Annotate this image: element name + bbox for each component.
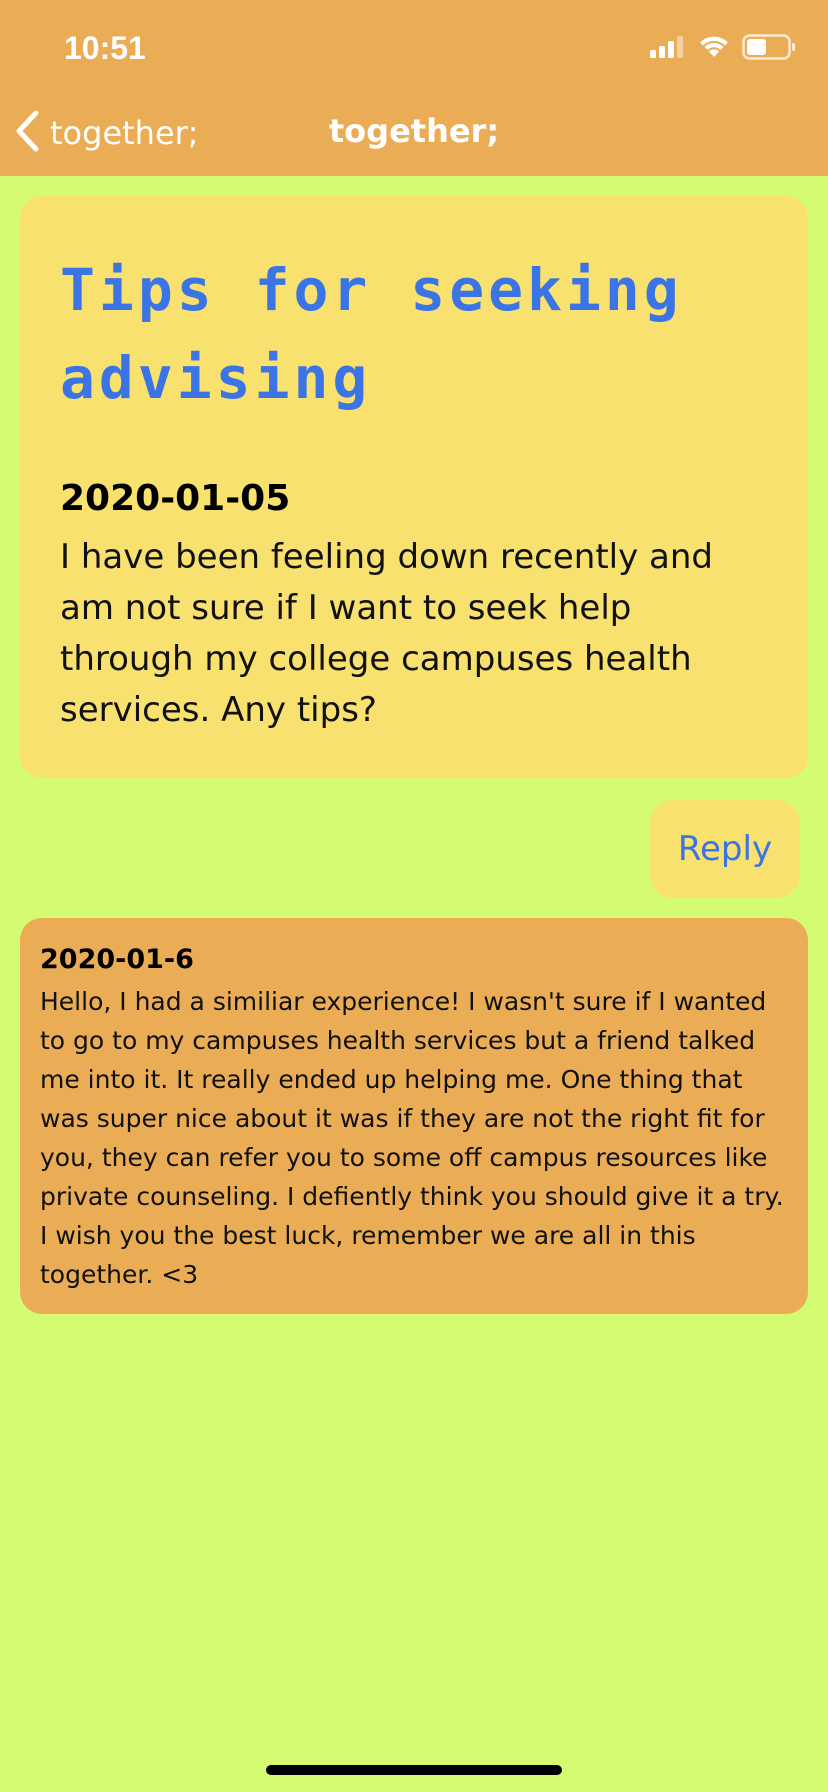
status-icons — [650, 34, 796, 64]
signal-icon — [650, 36, 686, 62]
navigation-header: 10:51 together; together; — [0, 0, 828, 176]
back-button[interactable]: together; — [14, 108, 199, 158]
chevron-left-icon — [14, 110, 40, 156]
wifi-icon — [698, 35, 730, 63]
post-title: Tips for seeking advising — [60, 256, 683, 412]
home-indicator[interactable] — [266, 1765, 562, 1775]
reply-card: 2020-01-6 Hello, I had a similiar experi… — [20, 918, 808, 1314]
post-date: 2020-01-05 — [60, 478, 291, 519]
post-card: Tips for seeking advising 2020-01-05 I h… — [20, 196, 808, 778]
reply-date: 2020-01-6 — [40, 944, 194, 975]
battery-icon — [742, 34, 796, 64]
back-button-label: together; — [50, 114, 199, 152]
reply-button[interactable]: Reply — [650, 800, 800, 898]
status-time: 10:51 — [64, 30, 146, 66]
post-body: I have been feeling down recently and am… — [60, 537, 714, 730]
reply-body: Hello, I had a similiar experience! I wa… — [40, 987, 784, 1289]
